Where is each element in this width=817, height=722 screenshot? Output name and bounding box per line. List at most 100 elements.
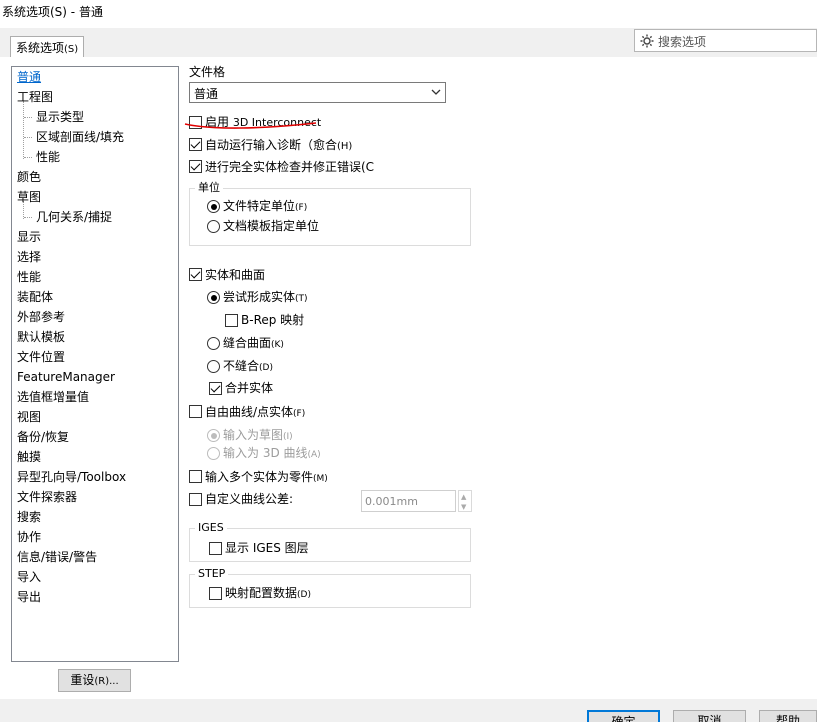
auto-diagnose-accel: (H)	[337, 141, 353, 152]
free-curves-label: 自由曲线/点实体(F)	[205, 404, 305, 422]
ok-button[interactable]: 确定	[587, 710, 660, 722]
tree-tick	[24, 117, 32, 118]
tree-tick	[24, 217, 32, 218]
tree-item-search[interactable]: 搜索	[17, 509, 41, 525]
tree-item-sketch[interactable]: 草图	[17, 189, 41, 205]
custom-tolerance-checkbox[interactable]	[189, 493, 202, 506]
reset-button[interactable]: 重设(R)...	[58, 669, 131, 692]
spin-down-icon[interactable]: ▼	[461, 503, 466, 511]
show-iges-layers-label: 显示 IGES 图层	[225, 541, 309, 555]
tree-item-relations[interactable]: 几何关系/捕捉	[36, 209, 112, 225]
file-units-radio[interactable]	[207, 200, 220, 213]
tree-guide-drawing	[23, 101, 24, 159]
show-iges-layers-checkbox[interactable]	[209, 542, 222, 555]
brep-mapping-label: B-Rep 映射	[241, 313, 305, 327]
file-units-label: 文件特定单位(F)	[223, 198, 307, 216]
auto-diagnose-checkbox[interactable]	[189, 138, 202, 151]
free-curves-text: 自由曲线/点实体	[205, 405, 294, 419]
tree-item-drawing[interactable]: 工程图	[17, 89, 53, 105]
spin-up-icon[interactable]: ▲	[461, 493, 466, 501]
auto-diagnose-label: 自动运行输入诊断（愈合(H)	[205, 137, 352, 155]
title-bar	[0, 0, 817, 28]
reset-label: 重设	[70, 673, 95, 687]
import-as-3d-curves-text: 输入为 3D 曲线	[223, 446, 308, 460]
tree-item-general[interactable]: 普通	[17, 69, 41, 85]
tree-item-selection[interactable]: 选择	[17, 249, 41, 265]
import-as-sketch-radio[interactable]	[207, 429, 220, 442]
tree-item-collaboration[interactable]: 协作	[17, 529, 41, 545]
tree-item-view[interactable]: 视图	[17, 409, 41, 425]
auto-diagnose-text: 自动运行输入诊断（愈合	[205, 138, 338, 152]
tree-item-drawing-performance[interactable]: 性能	[36, 149, 60, 165]
map-config-data-text: 映射配置数据	[225, 586, 298, 600]
tree-item-spin-increments[interactable]: 选值框增量值	[17, 389, 89, 405]
reset-accel: (R)...	[94, 676, 119, 687]
import-as-sketch-label: 输入为草图(I)	[223, 427, 293, 445]
template-units-label: 文档模板指定单位	[223, 219, 320, 233]
free-curves-checkbox[interactable]	[189, 405, 202, 418]
search-placeholder: 搜索选项	[658, 35, 707, 49]
cancel-button[interactable]: 取消	[673, 710, 746, 722]
tree-item-display-type[interactable]: 显示类型	[36, 109, 84, 125]
knit-surfaces-text: 缝合曲面	[223, 336, 272, 350]
knit-surfaces-label: 缝合曲面(K)	[223, 335, 284, 353]
brep-mapping-checkbox[interactable]	[225, 314, 238, 327]
knit-surfaces-radio[interactable]	[207, 337, 220, 350]
step-group-title: STEP	[195, 567, 229, 581]
try-form-solid-accel: (T)	[295, 294, 308, 304]
solids-surfaces-label: 实体和曲面	[205, 268, 266, 282]
custom-tolerance-label: 自定义曲线公差:	[205, 492, 294, 506]
try-form-solid-text: 尝试形成实体	[223, 290, 296, 304]
file-units-text: 文件特定单位	[223, 199, 296, 213]
multi-bodies-text: 输入多个实体为零件	[205, 470, 314, 484]
search-options-field[interactable]: 搜索选项	[634, 29, 817, 52]
tolerance-spinner[interactable]: ▲ ▼	[458, 490, 472, 512]
multi-bodies-accel: (M)	[313, 474, 328, 484]
multi-bodies-checkbox[interactable]	[189, 470, 202, 483]
tree-item-hatch[interactable]: 区域剖面线/填充	[36, 129, 124, 145]
tree-item-assemblies[interactable]: 装配体	[17, 289, 53, 305]
iges-group-title: IGES	[195, 521, 227, 535]
tree-item-display[interactable]: 显示	[17, 229, 41, 245]
no-knit-radio[interactable]	[207, 360, 220, 373]
tree-item-file-locations[interactable]: 文件位置	[17, 349, 65, 365]
tree-item-messages[interactable]: 信息/错误/警告	[17, 549, 97, 565]
import-as-sketch-accel: (I)	[283, 432, 293, 442]
import-as-sketch-text: 输入为草图	[223, 428, 284, 442]
tree-tick	[24, 157, 32, 158]
chevron-down-icon	[431, 86, 441, 101]
full-check-checkbox[interactable]	[189, 160, 202, 173]
full-check-label: 进行完全实体检查并修正错误(C	[205, 160, 375, 174]
tree-item-featuremanager[interactable]: FeatureManager	[17, 369, 115, 385]
options-tree[interactable]: 普通 工程图 显示类型 区域剖面线/填充 性能 颜色 草图 几何关系/捕捉 显示…	[11, 66, 179, 662]
tree-item-touch[interactable]: 触摸	[17, 449, 41, 465]
merge-bodies-label: 合并实体	[225, 381, 274, 395]
merge-bodies-checkbox[interactable]	[209, 382, 222, 395]
tree-item-external-refs[interactable]: 外部参考	[17, 309, 65, 325]
tree-item-export[interactable]: 导出	[17, 589, 41, 605]
tree-item-file-explorer[interactable]: 文件探索器	[17, 489, 77, 505]
tree-tick	[24, 137, 32, 138]
tab-system-options[interactable]: 系统选项(S)	[10, 36, 84, 58]
tree-item-colors[interactable]: 颜色	[17, 169, 41, 185]
custom-tolerance-input[interactable]: 0.001mm	[361, 490, 456, 512]
template-units-radio[interactable]	[207, 220, 220, 233]
tree-item-hole-wizard[interactable]: 异型孔向导/Toolbox	[17, 469, 126, 485]
tab-accel: (S)	[64, 44, 79, 55]
gear-search-icon	[639, 33, 655, 52]
file-format-label: 文件格	[189, 65, 226, 79]
multi-bodies-label: 输入多个实体为零件(M)	[205, 469, 328, 487]
import-as-3d-curves-radio[interactable]	[207, 447, 220, 460]
try-form-solid-radio[interactable]	[207, 291, 220, 304]
map-config-data-checkbox[interactable]	[209, 587, 222, 600]
file-units-accel: (F)	[295, 203, 308, 213]
tree-item-default-templates[interactable]: 默认模板	[17, 329, 65, 345]
file-format-select[interactable]: 普通	[189, 82, 446, 103]
tree-item-backup[interactable]: 备份/恢复	[17, 429, 69, 445]
free-curves-accel: (F)	[293, 409, 306, 419]
tree-item-import[interactable]: 导入	[17, 569, 41, 585]
units-group	[189, 188, 471, 246]
tree-item-performance[interactable]: 性能	[17, 269, 41, 285]
solids-surfaces-checkbox[interactable]	[189, 268, 202, 281]
help-button[interactable]: 帮助	[759, 710, 817, 722]
